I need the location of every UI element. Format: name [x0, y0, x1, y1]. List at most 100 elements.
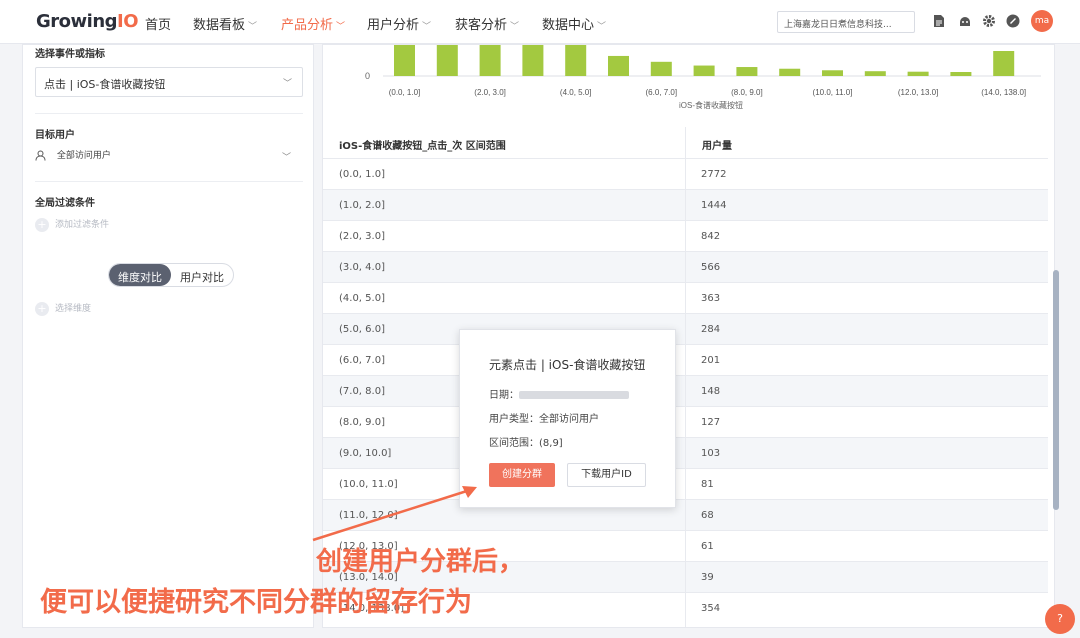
table-scrollbar[interactable] [1053, 270, 1059, 510]
user-count-cell: 148 [701, 386, 721, 397]
bar-12[interactable] [907, 71, 929, 76]
user-count-cell: 39 [701, 572, 714, 583]
select-dimension-button[interactable]: + 选择维度 [35, 301, 91, 316]
popup-user-type: 用户类型：全部访问用户 [489, 414, 599, 425]
nav-home[interactable]: 首页 [145, 14, 171, 33]
range-cell: (2.0, 3.0] [339, 231, 385, 242]
user-count-cell: 1444 [701, 200, 727, 211]
download-user-id-button[interactable]: 下载用户ID [567, 463, 646, 487]
plus-icon: + [35, 217, 49, 232]
global-filter-title: 全局过滤条件 [35, 198, 95, 209]
user-count-cell: 68 [701, 510, 714, 521]
user-count-cell: 81 [701, 479, 714, 490]
range-cell: (10.0, 11.0] [339, 479, 398, 490]
android-icon[interactable] [958, 14, 972, 28]
nav-data-center[interactable]: 数据中心 ﹀ [542, 14, 606, 33]
bar-6[interactable] [650, 61, 672, 76]
event-selector[interactable]: 点击 | iOS-食谱收藏按钮 ﹀ [35, 67, 303, 97]
x-tick-label: (0.0, 1.0] [389, 88, 421, 97]
range-cell: (3.0, 4.0] [339, 262, 385, 273]
bar-10[interactable] [822, 70, 843, 76]
document-icon[interactable] [932, 14, 946, 28]
divider [35, 181, 303, 182]
x-tick-label: (8.0, 9.0] [731, 88, 763, 97]
user-count-cell: 201 [701, 355, 721, 366]
x-tick-label: (4.0, 5.0] [560, 88, 592, 97]
popup-date: 日期： [489, 386, 629, 401]
nav-product-analysis[interactable]: 产品分析 ﹀ [281, 14, 345, 33]
range-cell: (8.0, 9.0] [339, 417, 385, 428]
chevron-down-icon: ﹀ [281, 153, 291, 163]
chevron-down-icon: ﹀ [510, 22, 520, 32]
nav-user-analysis[interactable]: 用户分析 ﹀ [367, 14, 431, 33]
nav-acquisition-analysis[interactable]: 获客分析 ﹀ [455, 14, 519, 33]
company-selector[interactable]: 上海嘉龙日日煮信息科技... [777, 11, 915, 33]
bar-9[interactable] [779, 68, 801, 76]
link-icon[interactable] [1006, 14, 1020, 28]
y-tick-label: 0 [365, 71, 370, 81]
x-tick-label: (14.0, 138.0] [981, 88, 1026, 97]
user-count-cell: 566 [701, 262, 721, 273]
help-button[interactable]: ? [1045, 604, 1075, 634]
analysis-config-panel: 选择事件或指标 点击 | iOS-食谱收藏按钮 ﹀ 目标用户 全部访问用户 ﹀ … [22, 44, 314, 628]
chevron-down-icon: ﹀ [336, 22, 346, 32]
x-tick-label: (10.0, 11.0] [813, 88, 853, 97]
avatar[interactable]: ma [1031, 10, 1053, 32]
user-count-cell: 61 [701, 541, 714, 552]
event-section-title: 选择事件或指标 [35, 49, 105, 60]
user-count-cell: 354 [701, 603, 721, 614]
user-count-cell: 363 [701, 293, 721, 304]
table-header-range: iOS-食谱收藏按钮_点击_次 区间范围 [339, 141, 506, 152]
popup-range: 区间范围：(8,9] [489, 438, 563, 449]
target-user-title: 目标用户 [35, 130, 75, 141]
bar-3[interactable] [522, 45, 544, 76]
plus-icon: + [35, 301, 49, 316]
dimension-compare-tab[interactable]: 维度对比 [109, 264, 171, 286]
table-header-users: 用户量 [702, 141, 732, 152]
user-count-cell: 127 [701, 417, 721, 428]
range-cell: (4.0, 5.0] [339, 293, 385, 304]
x-axis-title: iOS-食谱收藏按钮 [679, 100, 743, 110]
user-count-cell: 842 [701, 231, 721, 242]
target-user-selector[interactable]: 全部访问用户 ﹀ [35, 148, 303, 168]
bar-8[interactable] [736, 67, 758, 76]
user-compare-tab[interactable]: 用户对比 [171, 264, 233, 286]
user-count-cell: 2772 [701, 169, 727, 180]
popup-title: 元素点击 | iOS-食谱收藏按钮 [489, 358, 646, 372]
user-count-cell: 103 [701, 448, 721, 459]
bar-14[interactable] [993, 51, 1015, 76]
annotation-line-2: 便可以便捷研究不同分群的留存行为 [40, 587, 472, 618]
x-tick-label: (6.0, 7.0] [646, 88, 678, 97]
create-segment-button[interactable]: 创建分群 [489, 463, 555, 487]
chevron-down-icon: ﹀ [282, 79, 292, 89]
event-selector-value: 点击 | iOS-食谱收藏按钮 [44, 78, 166, 91]
bar-11[interactable] [864, 71, 886, 76]
divider [35, 113, 303, 114]
range-cell: (1.0, 2.0] [339, 200, 385, 211]
range-cell: (0.0, 1.0] [339, 169, 385, 180]
range-cell: (11.0, 12.0] [339, 510, 398, 521]
user-segment-popup: 元素点击 | iOS-食谱收藏按钮 日期： 用户类型：全部访问用户 区间范围：(… [459, 329, 676, 508]
range-cell: (7.0, 8.0] [339, 386, 385, 397]
bar-13[interactable] [950, 72, 972, 76]
bar-1[interactable] [436, 45, 458, 76]
bar-5[interactable] [608, 55, 629, 76]
gear-icon[interactable] [982, 14, 996, 28]
chevron-down-icon: ﹀ [597, 22, 607, 32]
bar-2[interactable] [479, 45, 501, 76]
add-filter-button[interactable]: + 添加过滤条件 [35, 217, 109, 232]
top-navigation-bar: GrowingIO 首页 数据看板 ﹀ 产品分析 ﹀ 用户分析 ﹀ 获客分析 ﹀ 数据中… [0, 0, 1080, 44]
nav-dashboards[interactable]: 数据看板 ﹀ [193, 14, 257, 33]
bar-7[interactable] [693, 65, 715, 76]
chevron-down-icon: ﹀ [422, 22, 432, 32]
range-cell: (5.0, 6.0] [339, 324, 385, 335]
annotation-line-1: 创建用户分群后， [316, 547, 525, 577]
user-count-cell: 284 [701, 324, 721, 335]
bar-0[interactable] [394, 45, 415, 76]
bar-4[interactable] [565, 45, 587, 76]
growingio-logo[interactable]: GrowingIO [36, 11, 139, 32]
range-cell: (6.0, 7.0] [339, 355, 385, 366]
x-tick-label: (12.0, 13.0] [898, 88, 938, 97]
distribution-bar-chart: 0 iOS-食谱收藏按钮 (0.0, 1.0] (2.0, 3.0] (4.0, 5… [365, 45, 1041, 110]
compare-mode-toggle[interactable]: 维度对比 用户对比 [108, 263, 234, 287]
